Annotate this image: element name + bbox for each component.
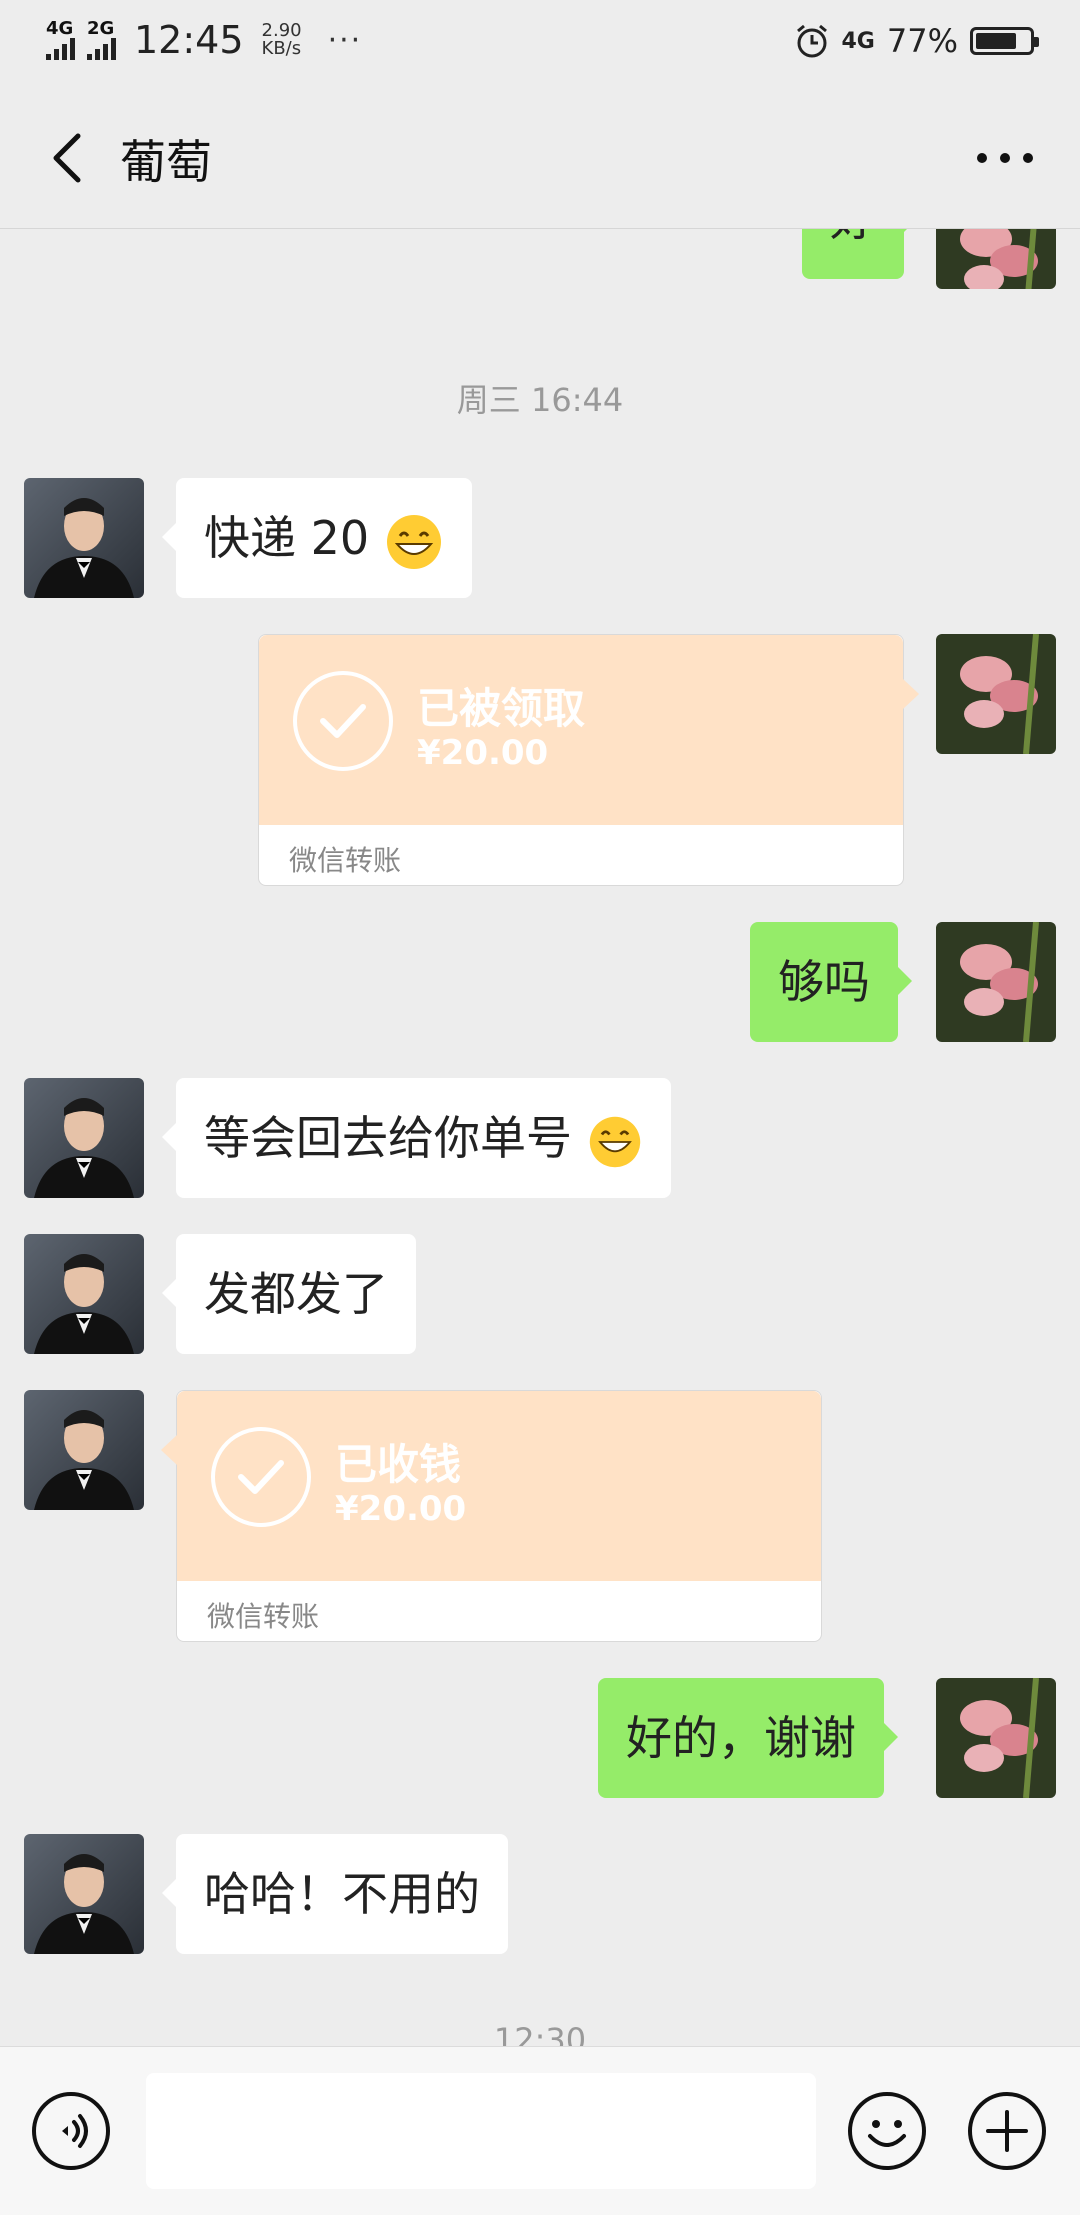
message-text: 等会回去给你单号 — [204, 1111, 572, 1165]
net1-label: 4G — [46, 18, 74, 39]
signal-4g-icon: 4G — [46, 20, 75, 60]
avatar-contact[interactable] — [24, 1078, 144, 1198]
message-text: 够吗 — [778, 955, 870, 1009]
avatar-self[interactable] — [936, 1678, 1056, 1798]
status-time: 12:45 — [134, 18, 244, 62]
laugh-emoji-icon — [589, 1116, 640, 1167]
avatar-self[interactable] — [936, 229, 1056, 289]
avatar-contact[interactable] — [24, 1834, 144, 1954]
avatar-contact[interactable] — [24, 1234, 144, 1354]
message-bubble-sent[interactable]: 够吗 — [750, 922, 912, 1042]
voice-icon[interactable] — [32, 2092, 110, 2170]
message-text: 哈哈！不用的 — [204, 1867, 480, 1921]
chat-title: 葡萄 — [120, 135, 212, 189]
transfer-footer: 微信转账 — [289, 844, 402, 877]
message-list[interactable]: 好 周三 16:44 快递 20 已被领取 ¥20.00 微信转账 够吗 等会 — [0, 229, 1080, 2046]
transfer-card-received[interactable]: 已收钱 ¥20.00 微信转账 — [161, 1390, 822, 1642]
chevron-left-icon[interactable] — [40, 128, 100, 188]
emoji-icon[interactable] — [848, 2092, 926, 2170]
network-speed: 2.90 KB/s — [262, 22, 302, 58]
net2-label: 2G — [87, 18, 115, 39]
battery-percent: 77% — [886, 22, 958, 60]
avatar-contact[interactable] — [24, 1390, 144, 1510]
message-text: 好的，谢谢 — [626, 1711, 856, 1765]
status-bar: 4G 2G 12:45 2.90 KB/s ··· 4G 77% — [0, 0, 1080, 88]
check-circle-icon — [293, 671, 393, 771]
timestamp: 周三 16:44 — [456, 381, 624, 419]
message-input[interactable] — [146, 2073, 816, 2189]
net-right-label: 4G — [841, 28, 875, 54]
message-bubble-sent[interactable]: 好 — [802, 229, 918, 279]
grin-emoji-icon — [386, 514, 441, 569]
chat-header: 葡萄 — [0, 88, 1080, 229]
message-bubble-received[interactable]: 快递 20 — [162, 478, 472, 598]
timestamp: 12:30 — [493, 2021, 587, 2046]
check-circle-icon — [211, 1427, 311, 1527]
battery-fill — [976, 33, 1016, 49]
message-bubble-received[interactable]: 哈哈！不用的 — [162, 1834, 508, 1954]
message-bubble-received[interactable]: 发都发了 — [162, 1234, 416, 1354]
alarm-icon — [796, 24, 827, 58]
more-dots-icon[interactable] — [970, 128, 1040, 188]
speed-unit: KB/s — [261, 38, 302, 59]
status-overflow-icon: ··· — [327, 22, 363, 58]
input-bar — [0, 2046, 1080, 2215]
battery-icon — [970, 27, 1039, 55]
avatar-contact[interactable] — [24, 478, 144, 598]
transfer-amount: ¥20.00 — [417, 733, 549, 773]
message-text: 快递 20 — [204, 511, 370, 565]
transfer-status: 已收钱 — [335, 1440, 462, 1489]
message-bubble-sent[interactable]: 好的，谢谢 — [598, 1678, 898, 1798]
message-bubble-received[interactable]: 等会回去给你单号 — [162, 1078, 671, 1198]
transfer-card-sent[interactable]: 已被领取 ¥20.00 微信转账 — [258, 634, 919, 886]
transfer-footer: 微信转账 — [207, 1600, 320, 1633]
transfer-status: 已被领取 — [417, 684, 586, 733]
transfer-amount: ¥20.00 — [335, 1489, 467, 1529]
avatar-self[interactable] — [936, 634, 1056, 754]
avatar-self[interactable] — [936, 922, 1056, 1042]
message-text: 好 — [830, 229, 876, 246]
plus-icon[interactable] — [968, 2092, 1046, 2170]
message-text: 发都发了 — [204, 1267, 388, 1321]
signal-2g-icon: 2G — [87, 20, 116, 60]
